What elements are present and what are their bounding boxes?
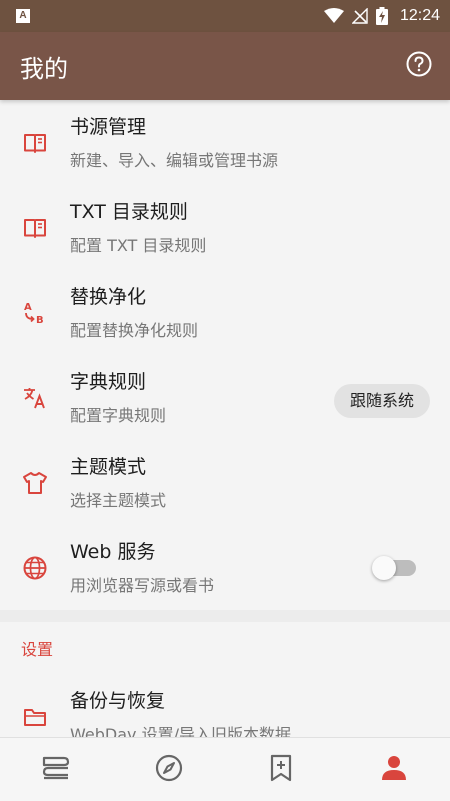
replace-ab-icon: A B: [21, 299, 49, 327]
compass-icon: [154, 753, 184, 787]
web-service-toggle[interactable]: [372, 555, 416, 580]
item-subtitle: 选择主题模式: [70, 490, 167, 510]
wifi-icon: [323, 8, 344, 24]
svg-text:B: B: [36, 315, 44, 326]
item-subtitle: 新建、导入、编辑或管理书源: [70, 150, 279, 170]
item-title: 备份与恢复: [70, 689, 166, 712]
status-time: 12:24: [399, 7, 440, 24]
list-item-replace-rules[interactable]: A B 替换净化 配置替换净化规则: [0, 270, 450, 355]
list-item-book-source[interactable]: 书源管理 新建、导入、编辑或管理书源: [0, 100, 450, 185]
toggle-thumb: [372, 555, 396, 580]
list-item-theme-mode[interactable]: 主题模式 选择主题模式: [0, 440, 450, 525]
theme-mode-value-chip[interactable]: 跟随系统: [333, 384, 430, 418]
list-item-txt-toc-rules[interactable]: TXT 目录规则 配置 TXT 目录规则: [0, 185, 450, 270]
section-divider: [0, 610, 450, 622]
nav-rss[interactable]: [251, 745, 311, 795]
item-title: 书源管理: [70, 115, 147, 138]
app-bar: 我的: [0, 32, 450, 100]
settings-list: 书源管理 新建、导入、编辑或管理书源 TXT 目录规则 配置 TXT 目录规则 …: [0, 100, 450, 737]
page-title: 我的: [20, 54, 68, 83]
item-subtitle: 用浏览器写源或看书: [70, 575, 215, 595]
help-circle-icon: [406, 51, 432, 81]
item-subtitle: WebDav 设置/导入旧版本数据: [70, 724, 291, 738]
status-bar: A 12:24: [0, 0, 450, 32]
item-subtitle: 配置 TXT 目录规则: [70, 235, 207, 255]
bottom-navigation: [0, 737, 450, 801]
notification-app-icon: A: [16, 9, 30, 23]
item-title: 主题模式: [70, 455, 147, 478]
nav-bookshelf[interactable]: [26, 745, 86, 795]
tshirt-icon: [21, 469, 49, 497]
help-button[interactable]: [404, 51, 434, 81]
section-header-settings: 设置: [21, 640, 54, 659]
book-open-icon: [21, 214, 49, 242]
globe-icon: [21, 554, 49, 582]
list-item-web-service[interactable]: Web 服务 用浏览器写源或看书: [0, 525, 450, 610]
battery-charging-icon: [375, 7, 388, 25]
person-icon: [380, 754, 408, 786]
item-title: 替换净化: [70, 285, 147, 308]
list-item-backup-restore[interactable]: 备份与恢复 WebDav 设置/导入旧版本数据: [0, 674, 450, 737]
folder-icon: [21, 703, 49, 731]
item-subtitle: 配置替换净化规则: [70, 320, 199, 340]
bookmark-add-icon: [269, 754, 293, 786]
bookshelf-icon: [41, 755, 71, 785]
item-title: TXT 目录规则: [70, 200, 188, 223]
book-open-icon: [21, 129, 49, 157]
nav-my[interactable]: [364, 745, 424, 795]
no-signal-icon: [351, 8, 368, 24]
svg-text:A: A: [24, 302, 32, 313]
translate-icon: [21, 384, 49, 412]
nav-discover[interactable]: [139, 745, 199, 795]
